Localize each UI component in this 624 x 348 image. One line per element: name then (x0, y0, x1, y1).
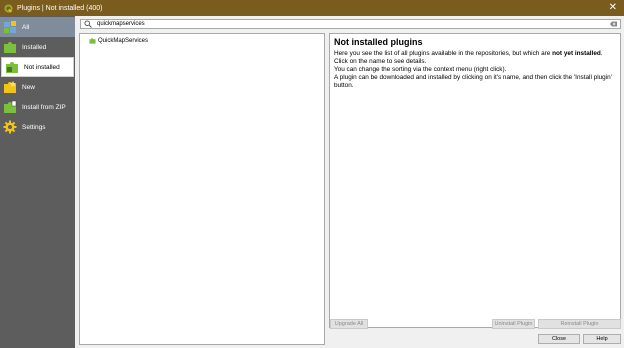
sidebar: All Installed Not installed New Install … (0, 16, 75, 348)
qgis-logo-icon (4, 3, 13, 13)
search-value: quickmapservices (97, 21, 145, 27)
details-text: . (600, 50, 603, 57)
sidebar-item-label: All (22, 23, 30, 31)
title-bar: Plugins | Not installed (400) ✕ (0, 0, 624, 16)
details-title: Not installed plugins (334, 37, 423, 47)
close-window-button[interactable]: ✕ (609, 2, 617, 14)
sidebar-item-settings[interactable]: Settings (0, 117, 75, 137)
puzzle-plugin-icon (89, 38, 96, 44)
help-button[interactable]: Help (583, 334, 621, 344)
details-line: Here you see the list of all plugins ava… (334, 50, 618, 58)
puzzle-installed-icon (4, 42, 16, 53)
sidebar-item-not-installed[interactable]: Not installed (1, 57, 74, 77)
plugins-dialog: All Installed Not installed New Install … (0, 16, 624, 348)
details-text: Here you see the list of all plugins ava… (334, 50, 553, 57)
sidebar-item-install-from-zip[interactable]: Install from ZIP (0, 97, 75, 117)
puzzle-not-installed-icon (6, 62, 18, 73)
plugin-list[interactable]: QuickMapServices (79, 33, 325, 345)
upgrade-all-button[interactable]: Upgrade All (330, 319, 368, 329)
details-body: Here you see the list of all plugins ava… (334, 50, 618, 90)
sidebar-item-label: New (22, 83, 36, 91)
search-input[interactable]: quickmapservices (80, 19, 621, 29)
sidebar-item-label: Install from ZIP (22, 103, 66, 111)
details-line: Click on the name to see details. (334, 58, 427, 65)
window-title: Plugins | Not installed (400) (17, 4, 103, 12)
reinstall-plugin-button[interactable]: Reinstall Plugin (538, 319, 621, 329)
list-item[interactable]: QuickMapServices (89, 37, 148, 44)
sidebar-item-label: Installed (22, 43, 47, 51)
clear-search-icon[interactable] (610, 21, 617, 27)
details-line: A plugin can be downloaded and installed… (334, 74, 612, 89)
sidebar-item-installed[interactable]: Installed (0, 37, 75, 57)
puzzle-zip-icon (4, 100, 17, 113)
search-icon (84, 20, 92, 28)
close-button[interactable]: Close (538, 334, 580, 344)
details-line: You can change the sorting via the conte… (334, 66, 507, 73)
puzzle-new-icon (4, 81, 16, 93)
gear-icon (3, 120, 17, 134)
sidebar-item-all[interactable]: All (0, 17, 75, 37)
sidebar-item-new[interactable]: New (0, 77, 75, 97)
sidebar-item-label: Settings (22, 123, 46, 131)
puzzle-all-icon (4, 21, 16, 33)
sidebar-item-label: Not installed (24, 63, 60, 71)
plugin-name: QuickMapServices (98, 37, 149, 44)
uninstall-plugin-button[interactable]: Uninstall Plugin (492, 319, 535, 329)
details-bold-text: not yet installed (552, 50, 601, 57)
plugin-details: Not installed plugins Here you see the l… (329, 33, 621, 328)
